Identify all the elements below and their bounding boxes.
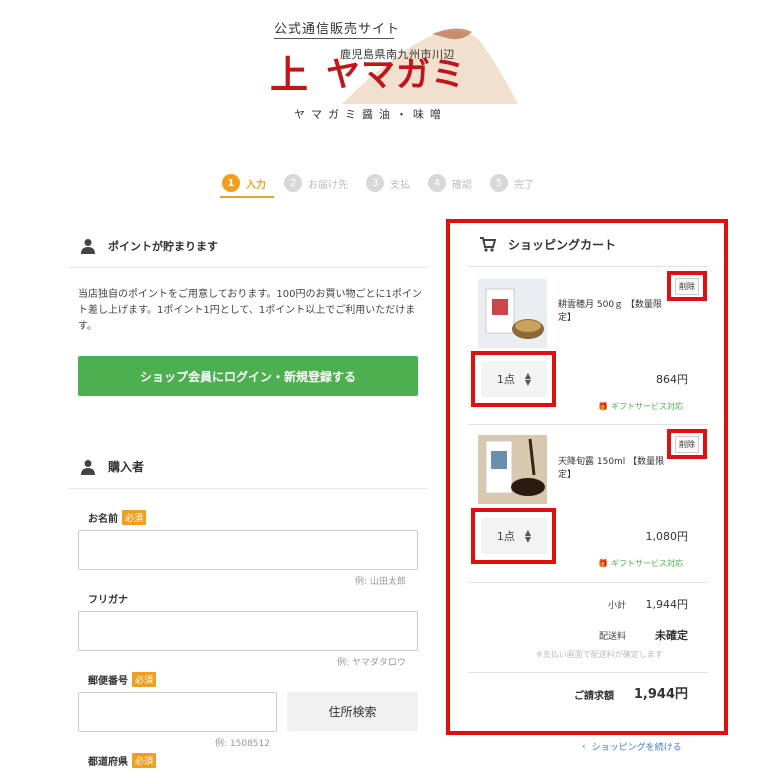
delete-item-button[interactable]: 削除 [667,429,707,459]
soy-sauce-package-image [478,435,547,504]
active-step-underline [220,196,274,198]
total-label: ご請求額 [574,691,614,702]
quantity-selector[interactable]: 1点 ▲ ▼ [471,508,556,564]
site-logo[interactable]: 公式通信販売サイト 鹿児島県南九州市川辺 上 ヤマガミ ヤマガミ醤油・味噌 [262,14,518,124]
step-input: 1 入力 [222,172,266,194]
gift-icon: 🎁 [598,559,608,568]
cart-icon [480,237,496,252]
subtotal-value: 1,944円 [645,598,689,611]
gift-label-text: ギフトサービス対応 [610,559,683,568]
kana-label-text: フリガナ [88,595,128,606]
points-heading-text: ポイントが貯まります [108,240,218,253]
quantity-value: 1点 [496,373,515,386]
gift-icon: 🎁 [598,402,608,411]
logo-tagline-rule [274,38,394,39]
up-down-arrows-icon: ▲ ▼ [524,371,532,387]
prefecture-label: 都道府県 必須 [88,753,157,768]
delete-item-button[interactable]: 削除 [667,271,707,301]
chevron-left-icon: ‹ [582,741,586,752]
cart-divider [468,672,708,673]
continue-shopping-link[interactable]: ‹ ショッピングを続ける [582,740,682,754]
quantity-select[interactable]: 1点 ▲ ▼ [481,518,547,554]
name-example: 例: 山田太郎 [355,577,406,587]
up-down-arrows-icon: ▲ ▼ [524,528,532,544]
quantity-value: 1点 [496,530,515,543]
quantity-selector[interactable]: 1点 ▲ ▼ [471,351,556,407]
continue-shopping-text: ショッピングを続ける [591,743,682,753]
shipping-label: 配送料 [598,632,626,642]
step-number: 1 [222,174,240,192]
logo-tagline: 公式通信販売サイト [274,22,401,37]
person-icon [81,239,95,254]
address-search-button[interactable]: 住所検索 [287,692,418,731]
step-number: 3 [366,174,384,192]
gift-service-label: 🎁 ギフトサービス対応 [598,401,683,412]
shipping-note: ※支払い画面で配送料が確定します [536,650,663,659]
delete-label: 削除 [675,435,699,453]
product-name[interactable]: 耕雲穂月 500ｇ 【数量限定】 [558,299,668,325]
miso-package-image [478,279,547,348]
step-delivery: 2 お届け先 [284,172,348,194]
step-confirm: 4 確認 [428,172,472,194]
item-price: 864円 [656,373,688,386]
name-label: お名前 必須 [88,510,147,525]
step-label: 入力 [246,179,266,191]
cart-divider [468,582,708,583]
zip-input[interactable] [78,692,277,732]
points-description: 当店独自のポイントをご用意しております。100円のお買い物ごとに1ポイント差し上… [78,289,422,332]
zip-label: 郵便番号 必須 [88,672,157,687]
buyer-heading-text: 購入者 [108,460,145,474]
step-number: 4 [428,174,446,192]
points-heading: ポイントが貯まります [68,238,218,254]
step-label: 確認 [452,179,472,191]
zip-example: 例: 1508512 [215,739,270,749]
cart-divider [468,424,708,425]
required-badge: 必須 [132,753,157,768]
buyer-heading: 購入者 [68,458,144,475]
step-label: お届け先 [308,179,348,191]
product-thumbnail[interactable] [478,279,547,348]
step-label: 完了 [514,179,534,191]
gift-service-label: 🎁 ギフトサービス対応 [598,558,683,569]
buyer-divider [68,488,428,489]
required-badge: 必須 [132,672,157,687]
step-label: 支払 [390,179,410,191]
total-value: 1,944円 [633,687,688,702]
product-name[interactable]: 天降旬露 150ml 【数量限定】 [558,456,668,482]
name-label-text: お名前 [88,514,118,525]
subtotal-label: 小計 [607,601,626,611]
name-input[interactable] [78,530,418,570]
product-thumbnail[interactable] [478,435,547,504]
login-register-button[interactable]: ショップ会員にログイン・新規登録する [78,356,418,396]
required-badge: 必須 [122,510,147,525]
delete-label: 削除 [675,277,699,295]
step-payment: 3 支払 [366,172,410,194]
logo-subtitle: ヤマガミ醤油・味噌 [294,108,447,121]
prefecture-label-text: 都道府県 [88,757,128,768]
points-divider [68,267,428,268]
cart-title: ショッピングカート [480,236,616,253]
person-icon [81,459,95,475]
quantity-select[interactable]: 1点 ▲ ▼ [481,361,547,397]
step-number: 5 [490,174,508,192]
step-complete: 5 完了 [490,172,534,194]
logo-brand: ヤマガミ [326,55,466,95]
logo-mark: 上 [270,52,309,97]
gift-label-text: ギフトサービス対応 [610,402,683,411]
step-number: 2 [284,174,302,192]
kana-input[interactable] [78,611,418,651]
checkout-steps: 1 入力 2 お届け先 3 支払 4 確認 5 完了 [222,172,552,198]
zip-label-text: 郵便番号 [88,676,128,687]
cart-title-text: ショッピングカート [508,238,617,252]
shipping-value: 未確定 [655,629,688,642]
kana-label: フリガナ [88,591,128,606]
cart-divider [468,266,708,267]
item-price: 1,080円 [645,530,689,543]
kana-example: 例: ヤマダタロウ [337,658,406,668]
